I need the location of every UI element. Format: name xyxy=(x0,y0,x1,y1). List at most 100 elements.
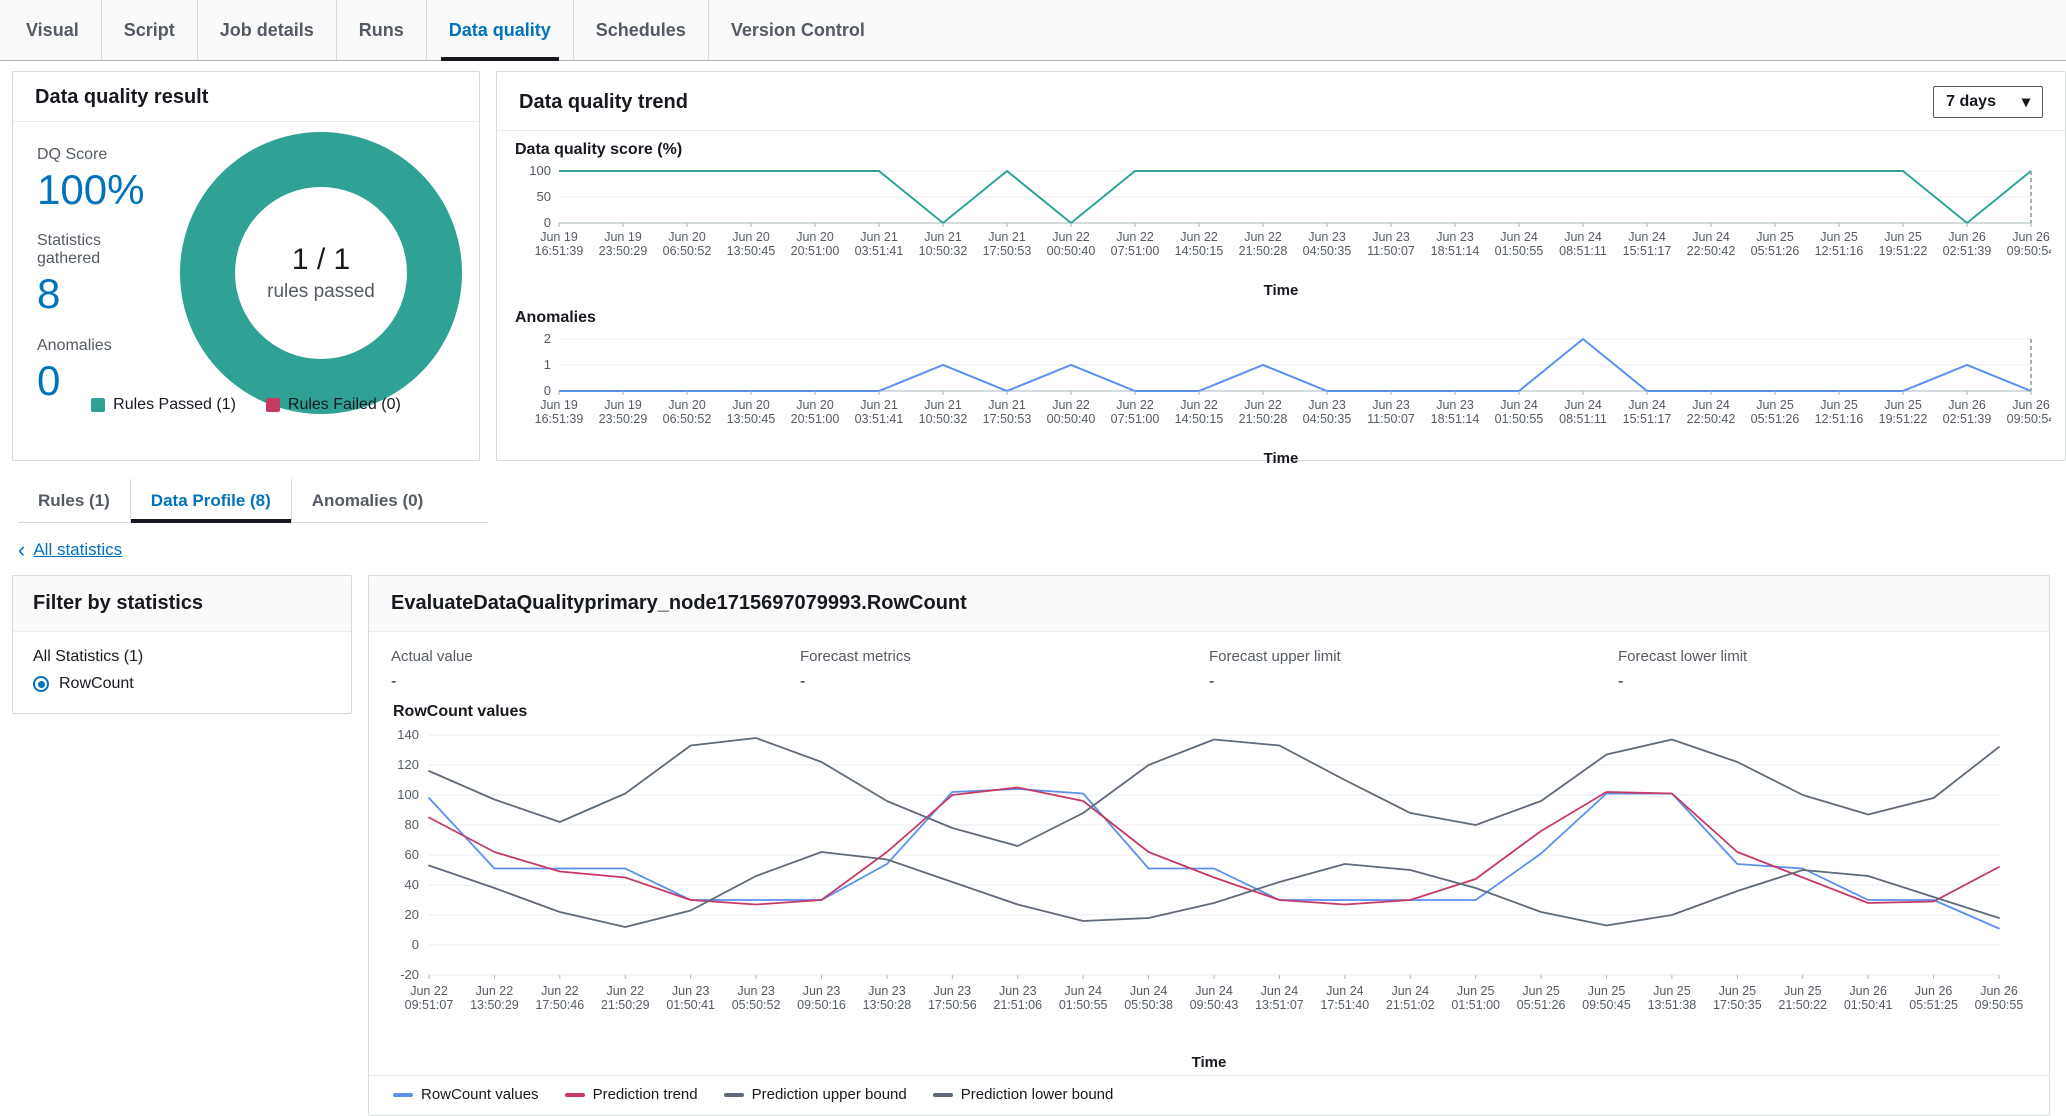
svg-text:Jun 24: Jun 24 xyxy=(1692,230,1730,244)
tab-label: Visual xyxy=(26,19,79,40)
svg-text:13:51:38: 13:51:38 xyxy=(1648,998,1697,1012)
svg-text:07:51:00: 07:51:00 xyxy=(1111,412,1160,426)
metric-label: Forecast lower limit xyxy=(1618,648,1748,665)
metric-value: - xyxy=(391,673,397,690)
svg-text:22:50:42: 22:50:42 xyxy=(1687,244,1736,258)
svg-text:Jun 23: Jun 23 xyxy=(1436,398,1474,412)
svg-text:Jun 21: Jun 21 xyxy=(860,230,898,244)
svg-text:Jun 23: Jun 23 xyxy=(1372,230,1410,244)
svg-text:0: 0 xyxy=(544,383,551,398)
filter-group-label: All Statistics (1) xyxy=(33,648,144,665)
filter-option-rowcount[interactable]: RowCount xyxy=(33,675,331,693)
svg-text:Jun 25: Jun 25 xyxy=(1653,984,1691,998)
svg-text:Jun 22: Jun 22 xyxy=(1244,230,1282,244)
svg-text:21:50:28: 21:50:28 xyxy=(1239,412,1288,426)
score-chart-block: Data quality score (%) 0 50 100 Jun 19 16:51… xyxy=(497,131,2065,299)
legend-rowcount-values: RowCount values xyxy=(393,1086,539,1103)
tab-visual[interactable]: Visual xyxy=(4,0,102,60)
legend-swatch-trend xyxy=(564,1092,585,1097)
filter-body: All Statistics (1) RowCount xyxy=(13,632,351,713)
svg-text:01:50:55: 01:50:55 xyxy=(1495,244,1544,258)
subtab-data-profile[interactable]: Data Profile (8) xyxy=(130,479,292,523)
svg-text:06:50:52: 06:50:52 xyxy=(663,244,712,258)
svg-text:Jun 21: Jun 21 xyxy=(988,230,1026,244)
rowcount-chart-title: RowCount values xyxy=(393,703,528,720)
svg-text:Jun 22: Jun 22 xyxy=(1244,398,1282,412)
svg-text:06:50:52: 06:50:52 xyxy=(663,412,712,426)
svg-text:Jun 21: Jun 21 xyxy=(924,398,962,412)
tab-schedules[interactable]: Schedules xyxy=(574,0,709,60)
svg-text:17:51:40: 17:51:40 xyxy=(1320,998,1369,1012)
anomalies-chart-block: Anomalies 0 1 2 Jun 19 16:51:39 Jun 19 23:50:2… xyxy=(497,299,2065,467)
tab-script[interactable]: Script xyxy=(102,0,198,60)
legend-swatch-failed xyxy=(265,398,280,412)
svg-text:2: 2 xyxy=(544,331,551,346)
svg-text:21:51:02: 21:51:02 xyxy=(1386,998,1435,1012)
trend-title-text: Data quality trend xyxy=(519,90,688,113)
tab-data-quality[interactable]: Data quality xyxy=(427,0,574,61)
legend-label: Prediction lower bound xyxy=(960,1086,1114,1103)
svg-text:Jun 22: Jun 22 xyxy=(1116,230,1154,244)
svg-text:140: 140 xyxy=(397,727,419,742)
svg-text:08:51:11: 08:51:11 xyxy=(1559,244,1607,258)
svg-text:Jun 20: Jun 20 xyxy=(796,230,834,244)
svg-text:13:50:28: 13:50:28 xyxy=(863,998,912,1012)
score-chart-title: Data quality score (%) xyxy=(515,141,683,158)
subtab-rules[interactable]: Rules (1) xyxy=(18,479,131,522)
svg-text:Jun 21: Jun 21 xyxy=(924,230,962,244)
svg-text:Jun 26: Jun 26 xyxy=(2012,230,2050,244)
svg-text:00:50:40: 00:50:40 xyxy=(1047,244,1096,258)
svg-text:13:50:45: 13:50:45 xyxy=(727,244,776,258)
tab-job-details[interactable]: Job details xyxy=(198,0,337,60)
tab-version-control[interactable]: Version Control xyxy=(709,0,887,60)
data-quality-trend-card: Data quality trend 7 days ▾ Data quality… xyxy=(496,71,2066,467)
svg-text:Jun 23: Jun 23 xyxy=(672,984,710,998)
svg-text:18:51:14: 18:51:14 xyxy=(1431,244,1480,258)
svg-text:05:50:38: 05:50:38 xyxy=(1124,998,1173,1012)
svg-text:14:50:15: 14:50:15 xyxy=(1175,412,1224,426)
svg-text:Jun 20: Jun 20 xyxy=(732,230,770,244)
data-quality-score-chart[interactable]: 050100Jun 1916:51:39Jun 1923:50:29Jun 20… xyxy=(511,161,2051,281)
result-body: DQ Score 100% Statistics gathered 8 Anom… xyxy=(13,122,479,422)
legend-swatch-lower xyxy=(932,1092,953,1097)
svg-text:09:50:54: 09:50:54 xyxy=(2007,244,2051,258)
rowcount-values-chart[interactable]: -20020406080100120140Jun 2209:51:07Jun 2… xyxy=(369,723,2029,1053)
chevron-down-icon: ▾ xyxy=(2021,94,2030,111)
metric-value: - xyxy=(1209,673,1215,690)
svg-text:Jun 22: Jun 22 xyxy=(606,984,644,998)
svg-text:Jun 23: Jun 23 xyxy=(803,984,841,998)
svg-text:01:50:55: 01:50:55 xyxy=(1059,998,1108,1012)
all-statistics-backlink[interactable]: ‹ All statistics xyxy=(18,537,2066,563)
subtab-anomalies[interactable]: Anomalies (0) xyxy=(292,479,443,522)
data-quality-result-card: Data quality result DQ Score 100% Statis… xyxy=(12,71,480,461)
svg-text:Jun 25: Jun 25 xyxy=(1820,398,1858,412)
svg-text:Jun 22: Jun 22 xyxy=(1116,398,1154,412)
tab-runs[interactable]: Runs xyxy=(337,0,427,60)
svg-text:Jun 25: Jun 25 xyxy=(1719,984,1757,998)
anomalies-label: Anomalies xyxy=(37,336,112,354)
svg-text:14:50:15: 14:50:15 xyxy=(1175,244,1224,258)
subtab-label: Rules (1) xyxy=(38,490,110,510)
anomalies-chart[interactable]: 012Jun 1916:51:39Jun 1923:50:29Jun 2006:… xyxy=(511,329,2051,449)
svg-text:09:50:45: 09:50:45 xyxy=(1582,998,1631,1012)
time-range-value: 7 days xyxy=(1946,93,1996,110)
time-range-selector[interactable]: 7 days ▾ xyxy=(1933,86,2043,118)
svg-text:13:50:29: 13:50:29 xyxy=(470,998,519,1012)
legend-swatch-passed xyxy=(91,398,106,412)
filter-option-label: RowCount xyxy=(59,675,134,692)
svg-text:0: 0 xyxy=(544,215,551,230)
svg-text:Jun 23: Jun 23 xyxy=(1308,230,1346,244)
svg-text:Jun 20: Jun 20 xyxy=(732,398,770,412)
svg-text:80: 80 xyxy=(405,817,419,832)
svg-text:01:50:41: 01:50:41 xyxy=(1844,998,1893,1012)
radio-selected-icon[interactable] xyxy=(33,676,49,692)
statistic-title: EvaluateDataQualityprimary_node171569707… xyxy=(369,576,2049,632)
svg-text:17:50:46: 17:50:46 xyxy=(535,998,584,1012)
statistic-metrics-row: Actual value - Forecast metrics - Foreca… xyxy=(369,632,2049,695)
svg-text:01:50:55: 01:50:55 xyxy=(1495,412,1544,426)
svg-text:07:51:00: 07:51:00 xyxy=(1111,244,1160,258)
svg-text:Jun 24: Jun 24 xyxy=(1261,984,1299,998)
dq-score-label: DQ Score xyxy=(37,146,108,163)
svg-text:120: 120 xyxy=(397,757,419,772)
svg-text:09:51:07: 09:51:07 xyxy=(405,998,454,1012)
